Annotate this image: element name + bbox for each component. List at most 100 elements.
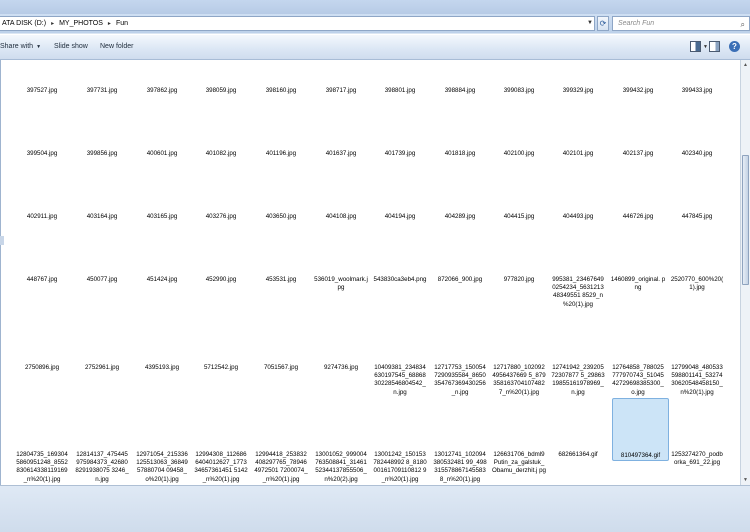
file-item[interactable]: 12994308_112686 6404012627_1773 34657361… bbox=[193, 451, 249, 484]
file-item[interactable]: 404108.jpg bbox=[313, 213, 369, 221]
file-item[interactable]: 402101.jpg bbox=[550, 150, 606, 158]
file-item[interactable]: 536019_woolmark.jpg bbox=[313, 276, 369, 292]
breadcrumb-separator-icon[interactable]: ▸ bbox=[48, 18, 57, 31]
file-item[interactable]: 872066_900.jpg bbox=[432, 276, 488, 284]
file-item[interactable]: 448767.jpg bbox=[14, 276, 70, 284]
scroll-up-icon[interactable]: ▲ bbox=[741, 60, 750, 70]
file-item[interactable]: 2752961.jpg bbox=[74, 364, 130, 372]
file-item[interactable]: 1253274270_podb orka_691_22.jpg bbox=[669, 451, 725, 467]
chevron-down-icon[interactable]: ▼ bbox=[586, 17, 594, 30]
breadcrumb-fun[interactable]: Fun bbox=[114, 17, 130, 30]
file-item[interactable]: 13012741_102094 380532481 99_498 3155788… bbox=[432, 451, 488, 484]
file-item[interactable]: 402340.jpg bbox=[669, 150, 725, 158]
file-item[interactable]: 402100.jpg bbox=[491, 150, 547, 158]
file-item[interactable]: 398160.jpg bbox=[253, 87, 309, 95]
file-item[interactable]: 682661364.gif bbox=[550, 451, 606, 459]
file-item[interactable]: 399329.jpg bbox=[550, 87, 606, 95]
details-pane bbox=[0, 485, 750, 532]
file-item[interactable]: 977820.jpg bbox=[491, 276, 547, 284]
share-with-button[interactable]: Share with ▼ bbox=[0, 35, 41, 59]
file-item[interactable]: 398884.jpg bbox=[432, 87, 488, 95]
file-item[interactable]: 2520770_600%20( 1).jpg bbox=[669, 276, 725, 292]
slide-show-button[interactable]: Slide show bbox=[54, 35, 88, 59]
file-item[interactable]: 12741942_239205 72307877 5_29863 1985516… bbox=[550, 364, 606, 397]
file-item[interactable]: 12814137_475445 975984373_42680 82919380… bbox=[74, 451, 130, 484]
file-item[interactable]: 452990.jpg bbox=[193, 276, 249, 284]
file-item[interactable]: 404289.jpg bbox=[432, 213, 488, 221]
help-icon[interactable]: ? bbox=[729, 41, 740, 52]
file-item[interactable]: 7051567.jpg bbox=[253, 364, 309, 372]
file-item[interactable]: 126631706_bdml9 Putin_za_galstuk_ Obamu_… bbox=[491, 451, 547, 476]
file-item[interactable]: 397731.jpg bbox=[74, 87, 130, 95]
file-item[interactable]: 398801.jpg bbox=[372, 87, 428, 95]
file-item[interactable]: 401818.jpg bbox=[432, 150, 488, 158]
file-item[interactable]: 5712542.jpg bbox=[193, 364, 249, 372]
file-item[interactable]: 399433.jpg bbox=[669, 87, 725, 95]
file-item[interactable]: 397527.jpg bbox=[14, 87, 70, 95]
file-item[interactable]: 995381_23467649 0254234_5631213 48349551… bbox=[550, 276, 606, 309]
file-item[interactable]: 404415.jpg bbox=[491, 213, 547, 221]
breadcrumb-my-photos[interactable]: MY_PHOTOS bbox=[57, 17, 105, 30]
file-item[interactable]: 4395193.jpg bbox=[134, 364, 190, 372]
breadcrumb-disk[interactable]: ATA DISK (D:) bbox=[0, 17, 48, 30]
file-item[interactable]: 453531.jpg bbox=[253, 276, 309, 284]
file-item[interactable]: 12994418_253832 408297765_78946 4972501 … bbox=[253, 451, 309, 484]
navigation-pane-edge bbox=[0, 60, 1, 485]
search-icon[interactable]: ⌕ bbox=[741, 18, 745, 31]
file-item[interactable]: 404194.jpg bbox=[372, 213, 428, 221]
file-item[interactable]: 399856.jpg bbox=[74, 150, 130, 158]
file-item[interactable]: 402911.jpg bbox=[14, 213, 70, 221]
file-item[interactable]: 12717880_102092 4956437669 5_879 3581637… bbox=[491, 364, 547, 397]
chevron-down-icon[interactable]: ▼ bbox=[703, 35, 708, 59]
file-item[interactable]: 403276.jpg bbox=[193, 213, 249, 221]
file-item[interactable]: 399432.jpg bbox=[610, 87, 666, 95]
vertical-scrollbar[interactable]: ▲ ▼ bbox=[740, 60, 750, 485]
file-item[interactable]: 12717753_150054 7290935584_8650 35476736… bbox=[432, 364, 488, 397]
file-item[interactable]: 12764858_788025 777970743_51045 42729698… bbox=[610, 364, 666, 397]
file-item[interactable]: 13001052_999004 763508841_31461 52344137… bbox=[313, 451, 369, 484]
file-item[interactable]: 403164.jpg bbox=[74, 213, 130, 221]
refresh-button[interactable]: ⟳ bbox=[597, 16, 609, 31]
file-item[interactable]: 12804735_169304 5860951248_8552 83061433… bbox=[14, 451, 70, 484]
file-item[interactable]: 401739.jpg bbox=[372, 150, 428, 158]
file-item[interactable]: 403165.jpg bbox=[134, 213, 190, 221]
file-item[interactable]: 400601.jpg bbox=[134, 150, 190, 158]
preview-pane-icon[interactable] bbox=[709, 41, 720, 52]
scroll-down-icon[interactable]: ▼ bbox=[741, 475, 750, 485]
file-item[interactable]: 13001242_150153 782448992 8_8180 0016170… bbox=[372, 451, 428, 484]
file-item[interactable]: 398717.jpg bbox=[313, 87, 369, 95]
file-item[interactable]: 403650.jpg bbox=[253, 213, 309, 221]
file-item[interactable]: 9274736.jpg bbox=[313, 364, 369, 372]
file-item[interactable]: 399504.jpg bbox=[14, 150, 70, 158]
file-item[interactable]: 401082.jpg bbox=[193, 150, 249, 158]
file-item[interactable]: 451424.jpg bbox=[134, 276, 190, 284]
new-folder-button[interactable]: New folder bbox=[100, 35, 133, 59]
file-item[interactable]: 398059.jpg bbox=[193, 87, 249, 95]
file-item[interactable]: 401196.jpg bbox=[253, 150, 309, 158]
pane-splitter-handle[interactable] bbox=[0, 236, 4, 245]
file-item[interactable]: 402137.jpg bbox=[610, 150, 666, 158]
file-item[interactable]: 1460899_original. png bbox=[610, 276, 666, 292]
file-item[interactable]: 446726.jpg bbox=[610, 213, 666, 221]
address-bar[interactable]: ATA DISK (D:) ▸ MY_PHOTOS ▸ Fun ▼ bbox=[0, 16, 595, 31]
file-item[interactable]: 397862.jpg bbox=[134, 87, 190, 95]
views-icon[interactable] bbox=[690, 41, 701, 52]
search-input[interactable]: Search Fun ⌕ bbox=[612, 16, 750, 31]
file-item[interactable]: 447845.jpg bbox=[669, 213, 725, 221]
file-item[interactable]: 12971054_215336 125513063_36849 57880704… bbox=[134, 451, 190, 484]
file-item[interactable]: 2750896.jpg bbox=[14, 364, 70, 372]
breadcrumb-separator-icon[interactable]: ▸ bbox=[105, 18, 114, 31]
address-row: ATA DISK (D:) ▸ MY_PHOTOS ▸ Fun ▼ ⟳ Search F… bbox=[0, 14, 750, 33]
file-item-selected[interactable]: 810497364.gif bbox=[612, 398, 669, 461]
file-item[interactable]: 450077.jpg bbox=[74, 276, 130, 284]
file-item[interactable]: 399083.jpg bbox=[491, 87, 547, 95]
file-item[interactable]: 401637.jpg bbox=[313, 150, 369, 158]
command-toolbar: Share with ▼ Slide show New folder ▼ ? bbox=[0, 34, 750, 60]
window-title-bar bbox=[0, 0, 750, 14]
file-item[interactable]: 404493.jpg bbox=[550, 213, 606, 221]
file-item[interactable]: 543830ca3eb4.png bbox=[372, 276, 428, 284]
search-placeholder: Search Fun bbox=[618, 20, 655, 27]
file-item[interactable]: 10409381_234834 630197545_68868 30228546… bbox=[372, 364, 428, 397]
scrollbar-thumb[interactable] bbox=[742, 155, 749, 285]
file-item[interactable]: 12799048_480533 598801141_53274 30620548… bbox=[669, 364, 725, 397]
